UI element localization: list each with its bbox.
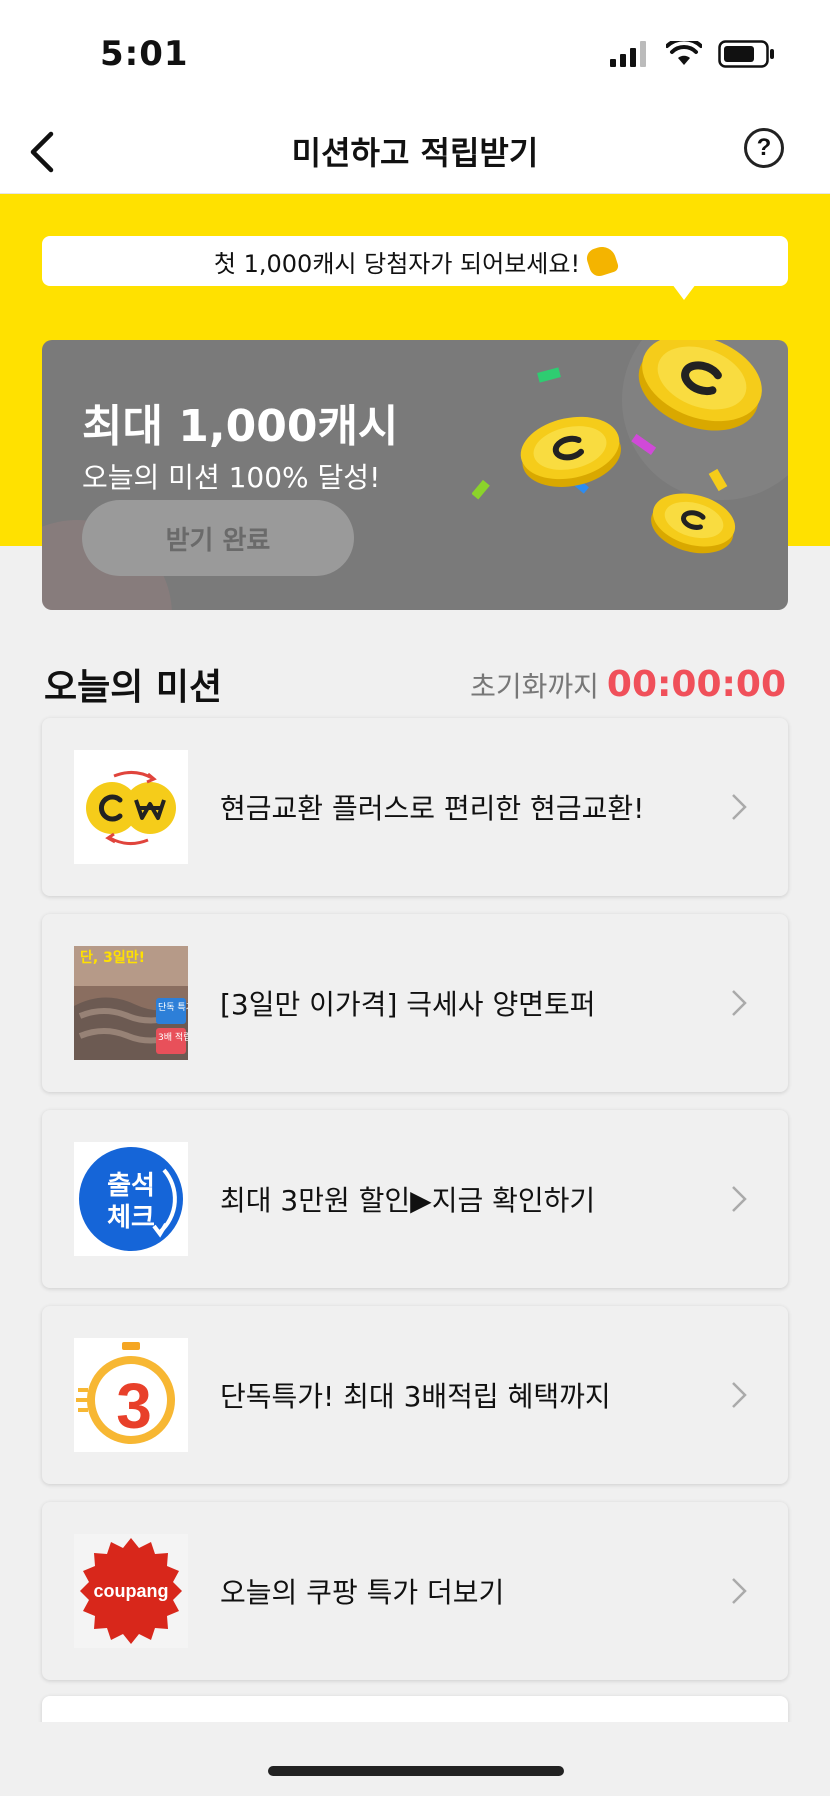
page-title: 미션하고 적립받기 — [291, 134, 539, 172]
reset-label: 초기화까지 — [470, 670, 599, 703]
chevron-right-icon — [730, 914, 748, 1092]
help-button[interactable]: ? — [744, 128, 784, 168]
coin-icon — [638, 340, 762, 431]
svg-text:단독 특가: 단독 특가 — [158, 1002, 188, 1013]
mission-item[interactable]: 단, 3일만! 단독 특가 3배 적립 [3일만 이가격] 극세사 양면토퍼 — [42, 914, 788, 1092]
claim-reward-button[interactable]: 받기 완료 — [82, 500, 354, 576]
mission-title: 단독특가! 최대 3배적립 혜택까지 — [220, 1380, 611, 1413]
home-indicator[interactable] — [268, 1766, 564, 1776]
mission-item[interactable]: coupang 오늘의 쿠팡 특가 더보기 — [42, 1502, 788, 1680]
mission-title: 최대 3만원 할인▶지금 확인하기 — [220, 1184, 596, 1217]
status-time: 5:01 — [100, 34, 189, 74]
missions-title: 오늘의 미션 — [44, 667, 223, 708]
chevron-right-icon — [730, 1110, 748, 1288]
coin-icon — [520, 416, 621, 487]
status-icons — [610, 40, 776, 68]
promo-bubble-text: 첫 1,000캐시 당첨자가 되어보세요! — [213, 249, 581, 278]
coins-illustration — [472, 340, 762, 554]
topper-product-thumb: 단, 3일만! 단독 특가 3배 적립 — [74, 946, 188, 1060]
flexed-biceps-icon — [584, 243, 620, 279]
coupang-badge-icon: coupang — [74, 1534, 188, 1648]
chevron-right-icon — [730, 1502, 748, 1680]
promo-speech-bubble: 첫 1,000캐시 당첨자가 되어보세요! — [42, 236, 788, 286]
mission-title: [3일만 이가격] 극세사 양면토퍼 — [220, 988, 596, 1021]
attendance-check-icon: 출석 체크 — [74, 1142, 188, 1256]
mission-title: 현금교환 플러스로 편리한 현금교환! — [220, 792, 645, 825]
promo-card: 최대 1,000캐시 오늘의 미션 100% 달성! 받기 완료 — [42, 340, 788, 610]
signal-icon — [610, 41, 646, 67]
mission-item[interactable]: 현금교환 플러스로 편리한 현금교환! — [42, 718, 788, 896]
app-header: 미션하고 적립받기 ? — [0, 110, 830, 194]
mission-item[interactable]: 3 단독특가! 최대 3배적립 혜택까지 — [42, 1306, 788, 1484]
coin-icon — [651, 493, 736, 554]
svg-text:3: 3 — [116, 1370, 152, 1442]
speech-bubble-tail — [672, 284, 696, 300]
promo-headline: 최대 1,000캐시 — [82, 401, 399, 452]
svg-text:체크: 체크 — [107, 1203, 155, 1233]
stopwatch-3-icon: 3 — [74, 1338, 188, 1452]
battery-icon — [718, 40, 774, 68]
reset-countdown: 초기화까지 00:00:00 — [470, 664, 786, 705]
cash-exchange-icon — [74, 750, 188, 864]
status-bar: 5:01 — [0, 0, 830, 110]
chevron-right-icon — [730, 718, 748, 896]
thumb-badge: 단, 3일만! — [80, 949, 145, 966]
home-indicator-area — [0, 1722, 830, 1796]
reset-timer: 00:00:00 — [606, 664, 786, 705]
svg-text:3배 적립: 3배 적립 — [158, 1031, 188, 1043]
svg-text:출석: 출석 — [107, 1171, 155, 1201]
svg-text:coupang: coupang — [94, 1581, 169, 1601]
wifi-icon — [666, 41, 702, 65]
promo-subtitle: 오늘의 미션 100% 달성! — [82, 461, 381, 494]
chevron-right-icon — [730, 1306, 748, 1484]
mission-title: 오늘의 쿠팡 특가 더보기 — [220, 1576, 505, 1609]
mission-item[interactable]: 출석 체크 최대 3만원 할인▶지금 확인하기 — [42, 1110, 788, 1288]
